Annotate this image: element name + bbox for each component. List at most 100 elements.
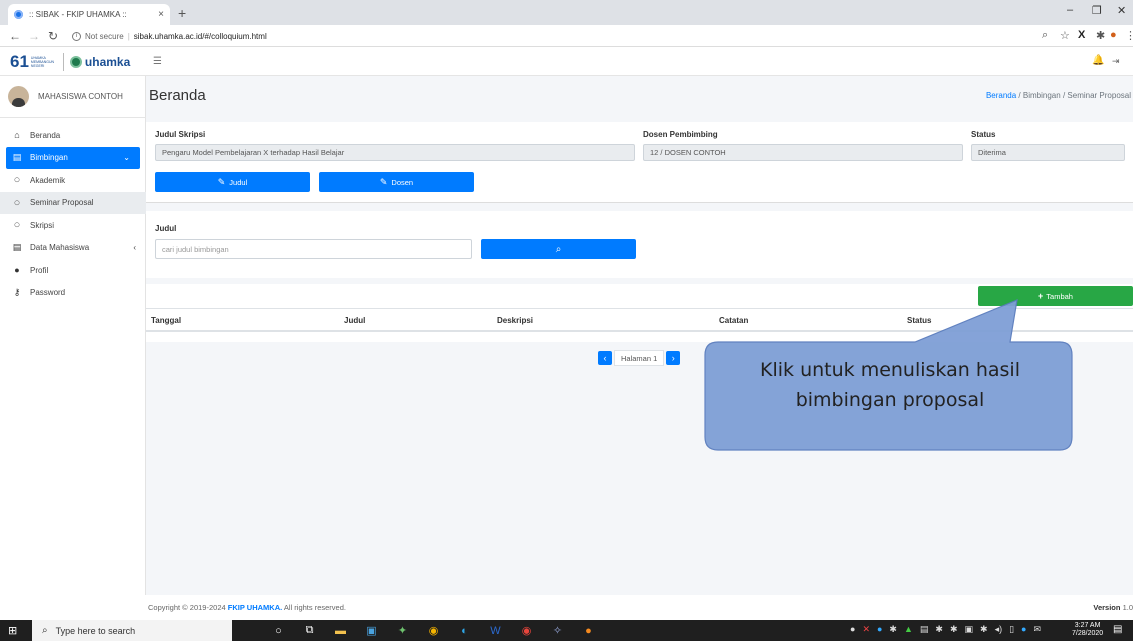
- chrome-icon[interactable]: ◉: [425, 623, 442, 638]
- browser-tab[interactable]: :: SIBAK - FKIP UHAMKA :: ×: [8, 4, 170, 25]
- reload-icon[interactable]: ↻: [48, 29, 58, 43]
- page-title: Beranda: [149, 87, 206, 104]
- url-bar[interactable]: i Not secure | sibak.uhamka.ac.id/#/coll…: [72, 28, 952, 44]
- book-icon: ▤: [12, 242, 22, 253]
- tray-icon[interactable]: ●: [1021, 624, 1026, 635]
- tray-icon[interactable]: ▲: [904, 624, 913, 635]
- logo-divider: [62, 53, 64, 71]
- prev-page-button[interactable]: ‹: [598, 351, 612, 365]
- tray-icon[interactable]: ▤: [920, 624, 929, 635]
- tray-icon[interactable]: ✕: [862, 624, 870, 635]
- search-input[interactable]: cari judul bimbingan: [155, 239, 472, 259]
- edit-judul-button[interactable]: ✎ Judul: [155, 172, 310, 192]
- tray-icon[interactable]: ✱: [980, 624, 988, 635]
- sidebar-item-label: Seminar Proposal: [30, 198, 94, 208]
- app-icon[interactable]: ✦: [394, 623, 411, 638]
- firefox-icon[interactable]: ●: [580, 623, 597, 638]
- clock-date: 7/28/2020: [1072, 630, 1104, 637]
- sidebar-item-bimbingan[interactable]: ▤ Bimbingan ⌄: [6, 146, 140, 169]
- edit-dosen-button[interactable]: ✎ Dosen: [319, 172, 474, 192]
- app2-icon[interactable]: ✧: [549, 623, 566, 638]
- home-icon: ⌂: [14, 130, 20, 141]
- taskbar-search[interactable]: ⌕ Type here to search: [32, 620, 232, 641]
- profile-icon[interactable]: ●: [1110, 29, 1117, 41]
- copyright: Copyright © 2019-2024 FKIP UHAMKA. All r…: [148, 603, 346, 612]
- extensions-puzzle-icon[interactable]: ✱: [1096, 29, 1105, 42]
- taskbar-apps: ○ ⧉ ▬ ▣ ✦ ◉ ◐ W ◉ ✧ ●: [270, 623, 611, 638]
- tab-close-button[interactable]: ×: [158, 9, 164, 20]
- volume-icon[interactable]: ◂): [995, 624, 1003, 635]
- version-label: Version: [1093, 603, 1121, 612]
- sidebar-item-data-mahasiswa[interactable]: ▤ Data Mahasiswa ‹: [0, 237, 146, 260]
- sidebar-item-profil[interactable]: ● Profil: [0, 259, 146, 282]
- pagination: ‹ Halaman 1 ›: [598, 350, 681, 366]
- battery-icon[interactable]: ▯: [1009, 624, 1014, 635]
- notification-bell-icon[interactable]: 🔔: [1092, 55, 1104, 66]
- back-icon[interactable]: ←: [9, 29, 21, 43]
- column-header-catatan[interactable]: Catatan: [719, 316, 748, 325]
- window-close-button[interactable]: ✕: [1117, 4, 1126, 17]
- search-button[interactable]: ⌕: [481, 239, 636, 259]
- sidebar-item-seminar-proposal[interactable]: ○ Seminar Proposal: [0, 191, 146, 214]
- breadcrumb-middle: Bimbingan: [1022, 91, 1061, 100]
- notification-center-icon[interactable]: ▤: [1113, 624, 1122, 635]
- next-page-button[interactable]: ›: [666, 351, 681, 365]
- edit-judul-label: Judul: [229, 177, 248, 187]
- dosen-pembimbing-label: Dosen Pembimbing: [643, 130, 718, 139]
- cortana-icon[interactable]: ○: [270, 623, 287, 638]
- sidebar-item-label: Bimbingan: [30, 153, 68, 163]
- version-value: 1.0: [1122, 603, 1133, 612]
- sidebar-item-label: Profil: [30, 265, 49, 275]
- task-view-icon[interactable]: ⧉: [301, 623, 318, 638]
- sidebar-item-beranda[interactable]: ⌂ Beranda: [0, 124, 146, 147]
- zoom-icon[interactable]: ⌕: [1042, 29, 1048, 42]
- uhamka-wordmark: uhamka: [84, 55, 131, 69]
- minimize-button[interactable]: –: [1067, 4, 1073, 16]
- bimbingan-table-card: + Tambah Tanggal Judul Deskripsi Catatan…: [146, 284, 1133, 342]
- tambah-button[interactable]: + Tambah: [978, 286, 1133, 306]
- hamburger-menu-icon[interactable]: ☰: [153, 56, 162, 67]
- judul-search-label: Judul: [155, 224, 177, 233]
- brand-logo[interactable]: 61 UHAMKA MEMBANGUN NEGERI uhamka: [0, 48, 146, 76]
- judul-skripsi-label: Judul Skripsi: [155, 130, 206, 139]
- sidebar-menu: ⌂ Beranda ▤ Bimbingan ⌄ ○ Akademik ○ Sem…: [0, 124, 146, 304]
- browser-menu-icon[interactable]: ⋮: [1125, 29, 1133, 42]
- tray-icon[interactable]: ●: [877, 624, 882, 635]
- new-tab-button[interactable]: +: [178, 5, 186, 21]
- chrome-alt-icon[interactable]: ◉: [518, 623, 535, 638]
- column-header-judul[interactable]: Judul: [344, 316, 365, 325]
- sidebar-item-skripsi[interactable]: ○ Skripsi: [0, 214, 146, 237]
- tray-icon[interactable]: ✱: [889, 624, 897, 635]
- column-header-status[interactable]: Status: [907, 316, 931, 325]
- star-icon[interactable]: ☆: [1060, 29, 1070, 42]
- tray-icon[interactable]: ✱: [950, 624, 958, 635]
- tray-icon[interactable]: ●: [850, 624, 855, 635]
- breadcrumb-home-link[interactable]: Beranda: [986, 91, 1016, 100]
- file-explorer-icon[interactable]: ▬: [332, 623, 349, 638]
- taskbar-search-placeholder: Type here to search: [55, 625, 136, 636]
- copyright-brand-link[interactable]: FKIP UHAMKA.: [228, 603, 282, 612]
- tray-icon[interactable]: ▣: [965, 624, 974, 635]
- user-panel[interactable]: MAHASISWA CONTOH: [0, 76, 146, 118]
- maximize-button[interactable]: ❐: [1092, 4, 1102, 17]
- windows-start-icon[interactable]: ⊞: [8, 624, 17, 637]
- sidebar-item-password[interactable]: ⚷ Password: [0, 282, 146, 305]
- edge-icon[interactable]: ◐: [456, 623, 473, 638]
- chevron-left-icon: ‹: [133, 243, 136, 253]
- tray-icon[interactable]: ✱: [935, 624, 943, 635]
- word-icon[interactable]: W: [487, 623, 504, 638]
- column-header-deskripsi[interactable]: Deskripsi: [497, 316, 533, 325]
- sidebar-item-akademik[interactable]: ○ Akademik: [0, 169, 146, 192]
- taskbar-clock[interactable]: 3:27 AM 7/28/2020: [1072, 622, 1103, 638]
- extension-x-icon[interactable]: X: [1078, 29, 1085, 41]
- forward-icon[interactable]: →: [28, 29, 40, 43]
- sidebar-item-label: Beranda: [30, 130, 61, 140]
- column-header-tanggal[interactable]: Tanggal: [151, 316, 181, 325]
- tray-icon[interactable]: ✉: [1033, 624, 1041, 635]
- info-icon[interactable]: i: [72, 31, 81, 41]
- sign-out-icon[interactable]: ⇥: [1112, 56, 1120, 67]
- search-icon: ⌕: [555, 243, 562, 255]
- store-icon[interactable]: ▣: [363, 623, 380, 638]
- app-navbar: 61 UHAMKA MEMBANGUN NEGERI uhamka ☰ 🔔 ⇥: [0, 48, 1133, 76]
- url-text: sibak.uhamka.ac.id/#/colloquium.html: [133, 31, 267, 41]
